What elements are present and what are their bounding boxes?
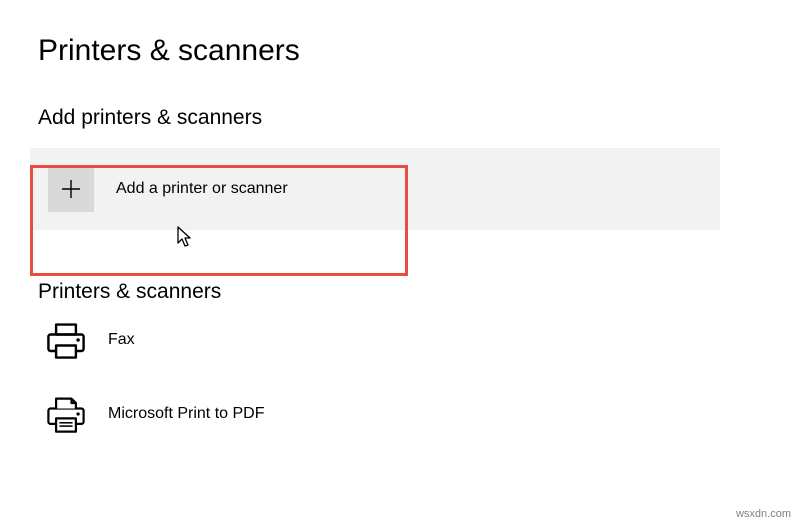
watermark: wsxdn.com: [736, 508, 791, 520]
printers-list: Fax Microsoft Print to PDF: [0, 304, 797, 448]
printer-label: Fax: [108, 331, 135, 349]
plus-icon: [48, 166, 94, 212]
add-section-title: Add printers & scanners: [0, 68, 797, 130]
add-printer-container: Add a printer or scanner: [30, 148, 720, 230]
pdf-printer-icon: [44, 392, 88, 436]
add-printer-label: Add a printer or scanner: [116, 179, 288, 200]
printer-item-pdf[interactable]: Microsoft Print to PDF: [0, 378, 797, 448]
printer-label: Microsoft Print to PDF: [108, 405, 264, 423]
add-section: Add a printer or scanner: [30, 148, 717, 230]
add-printer-button[interactable]: Add a printer or scanner: [30, 148, 720, 230]
fax-icon: [44, 318, 88, 362]
printers-section-title: Printers & scanners: [0, 230, 797, 304]
printer-item-fax[interactable]: Fax: [0, 304, 797, 374]
page-title: Printers & scanners: [0, 0, 797, 68]
